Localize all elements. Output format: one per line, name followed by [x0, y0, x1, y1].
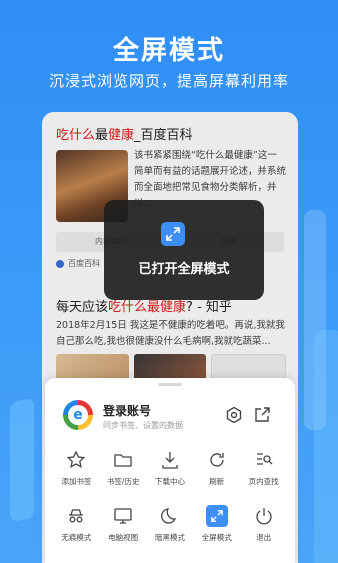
menu-find-in-page[interactable]: 页内查找 [240, 448, 287, 500]
menu-grid: 添加书签 书签/历史 下载中心 刷新 页内查找 无痕模式 电脑视图 暗黑模式 全… [53, 448, 287, 556]
menu-downloads[interactable]: 下载中心 [147, 448, 194, 500]
menu-label: 页内查找 [248, 477, 279, 486]
desktop-icon [114, 508, 132, 524]
menu-fullscreen[interactable]: 全屏模式 [193, 504, 240, 556]
menu-label: 退出 [256, 533, 272, 542]
menu-incognito[interactable]: 无痕模式 [53, 504, 100, 556]
share-icon[interactable] [253, 406, 271, 424]
power-icon [255, 508, 272, 525]
menu-label: 无痕模式 [61, 533, 92, 542]
menu-sheet: e 登录账号 同步书签、设置的数据 添加书签 书签/历史 下载中心 刷新 页内查… [45, 378, 295, 563]
menu-label: 电脑视图 [108, 533, 139, 542]
menu-label: 下载中心 [154, 477, 185, 486]
decor-shape [10, 397, 34, 523]
menu-label: 书签/历史 [106, 477, 140, 486]
sheet-handle[interactable] [158, 383, 182, 386]
hero-title: 全屏模式 [112, 36, 225, 66]
menu-bookmarks-history[interactable]: 书签/历史 [100, 448, 147, 500]
login-subtitle: 同步书签、设置的数据 [103, 421, 183, 430]
settings-icon[interactable] [225, 406, 243, 424]
menu-label: 刷新 [209, 477, 225, 486]
star-icon [67, 450, 86, 468]
browser-logo[interactable]: e [63, 400, 93, 430]
menu-label: 添加书签 [61, 477, 92, 486]
download-icon [162, 452, 178, 469]
menu-add-bookmark[interactable]: 添加书签 [53, 448, 100, 500]
toast: 已打开全屏模式 [104, 200, 264, 300]
moon-icon [161, 508, 177, 524]
decor-shape [314, 330, 338, 563]
folder-icon [114, 454, 132, 467]
hero-subtitle: 沉浸式浏览网页，提高屏幕利用率 [48, 72, 289, 90]
refresh-icon [210, 453, 224, 467]
menu-refresh[interactable]: 刷新 [193, 448, 240, 500]
find-in-page-icon [256, 453, 273, 465]
menu-label: 全屏模式 [201, 533, 232, 542]
menu-dark-mode[interactable]: 暗黑模式 [147, 504, 194, 556]
fullscreen-icon [205, 505, 228, 527]
incognito-icon [69, 509, 84, 523]
menu-desktop-view[interactable]: 电脑视图 [100, 504, 147, 556]
toast-text: 已打开全屏模式 [138, 262, 230, 277]
login-title[interactable]: 登录账号 [103, 402, 151, 419]
menu-exit[interactable]: 退出 [240, 504, 287, 556]
menu-label: 暗黑模式 [154, 533, 185, 542]
fullscreen-icon [161, 222, 185, 246]
